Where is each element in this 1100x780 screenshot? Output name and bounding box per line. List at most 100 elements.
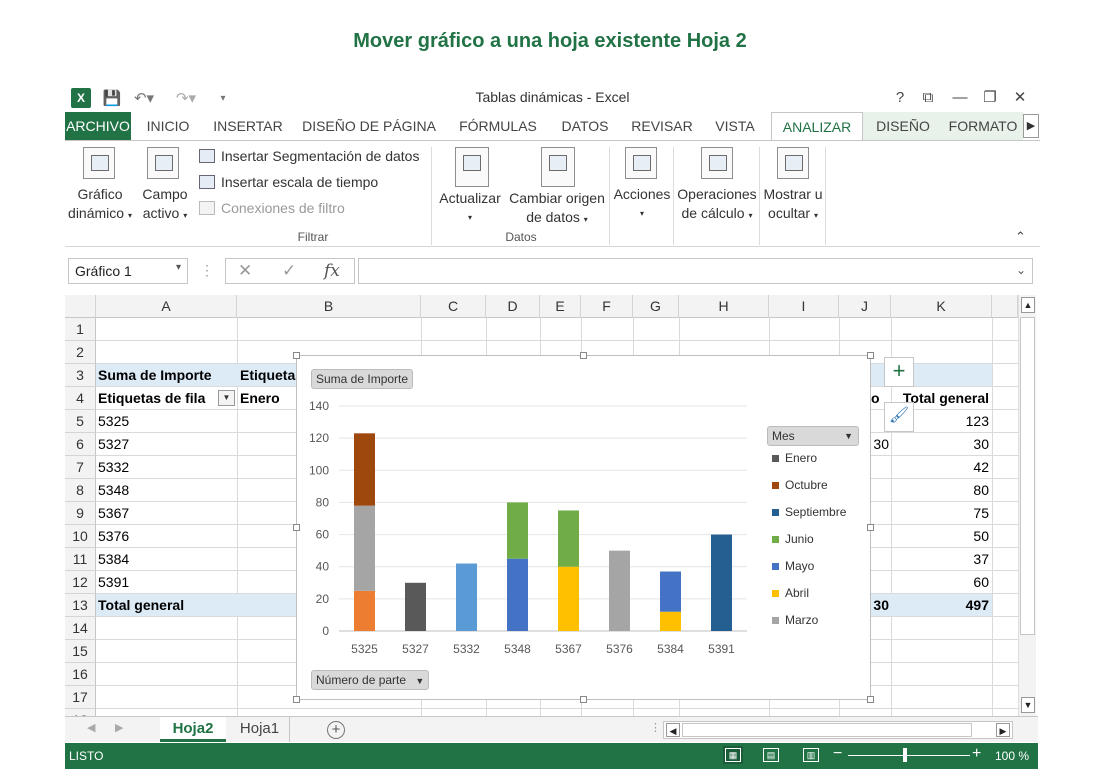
resize-handle[interactable] (293, 352, 300, 359)
cell-k10[interactable]: 50 (893, 525, 989, 548)
minimize-button[interactable]: — (947, 86, 973, 110)
active-field-button[interactable]: Campo activo ▾ (137, 185, 193, 225)
row-labels-filter-icon[interactable]: ▼ (218, 390, 235, 406)
collapse-ribbon-icon[interactable]: ⌃ (1015, 229, 1026, 245)
actions-button[interactable]: Acciones ▾ (611, 185, 673, 223)
bar-segment-5391[interactable] (711, 534, 732, 631)
col-header-i[interactable]: I (769, 295, 839, 318)
bar-segment-5327[interactable] (405, 582, 426, 631)
cell-k7[interactable]: 42 (893, 456, 989, 479)
bar-segment-5325[interactable] (354, 590, 375, 631)
cell-k8[interactable]: 80 (893, 479, 989, 502)
tab-diseno[interactable]: DISEÑO (863, 112, 943, 140)
cell-k6[interactable]: 30 (893, 433, 989, 456)
insert-function-icon[interactable]: fx (324, 261, 340, 281)
legend-field-button[interactable]: Mes ▼ (767, 426, 859, 446)
cell-a11[interactable]: 5384 (98, 548, 236, 571)
formula-input[interactable]: ⌄ (358, 258, 1033, 284)
row-header-17[interactable]: 17 (65, 686, 96, 709)
cell-k11[interactable]: 37 (893, 548, 989, 571)
vertical-scrollbar[interactable]: ▲ ▼ (1018, 295, 1036, 716)
resize-handle[interactable] (293, 696, 300, 703)
cell-a3[interactable]: Suma de Importe (98, 364, 236, 387)
resize-handle[interactable] (867, 524, 874, 531)
chevron-down-icon[interactable]: ▾ (176, 262, 181, 273)
col-header-a[interactable]: A (96, 295, 237, 318)
bar-segment-5325[interactable] (354, 433, 375, 506)
cell-a10[interactable]: 5376 (98, 525, 236, 548)
page-layout-view-icon[interactable]: ▤ (763, 748, 779, 762)
row-header-18[interactable]: 18 (65, 709, 96, 716)
row-header-8[interactable]: 8 (65, 479, 96, 502)
tab-archivo[interactable]: ARCHIVO (65, 112, 131, 140)
col-header-l[interactable] (992, 295, 1018, 318)
restore-button[interactable]: ❐ (977, 86, 1003, 110)
cell-a13[interactable]: Total general (98, 594, 236, 617)
sheet-next-icon[interactable]: ▶ (115, 721, 123, 734)
bar-segment-5384[interactable] (660, 571, 681, 612)
insert-timeline-button[interactable]: Insertar escala de tiempo (199, 174, 378, 190)
tab-diseno-pagina[interactable]: DISEÑO DE PÁGINA (299, 112, 439, 140)
col-header-j[interactable]: J (839, 295, 891, 318)
bar-segment-5384[interactable] (660, 611, 681, 631)
select-all-corner[interactable] (65, 295, 96, 318)
change-data-source-button[interactable]: Cambiar origen de datos ▾ (505, 189, 609, 229)
cell-a6[interactable]: 5327 (98, 433, 236, 456)
cell-a12[interactable]: 5391 (98, 571, 236, 594)
scroll-left-icon[interactable]: ◀ (666, 723, 680, 737)
col-header-d[interactable]: D (486, 295, 540, 318)
cell-k9[interactable]: 75 (893, 502, 989, 525)
resize-handle[interactable] (867, 352, 874, 359)
resize-handle[interactable] (580, 352, 587, 359)
bar-segment-5367[interactable] (558, 510, 579, 567)
page-break-view-icon[interactable]: ▥ (803, 748, 819, 762)
filter-connections-button[interactable]: Conexiones de filtro (199, 200, 345, 216)
col-header-c[interactable]: C (421, 295, 486, 318)
zoom-level[interactable]: 100 % (995, 749, 1029, 763)
bar-segment-5348[interactable] (507, 502, 528, 559)
scroll-up-icon[interactable]: ▲ (1021, 297, 1035, 313)
tab-revisar[interactable]: REVISAR (627, 112, 697, 140)
zoom-slider-thumb[interactable] (903, 748, 907, 762)
name-box[interactable]: Gráfico 1 ▾ (68, 258, 188, 284)
tab-analizar[interactable]: ANALIZAR (771, 112, 863, 140)
close-button[interactable]: ✕ (1007, 86, 1033, 110)
insert-slicer-button[interactable]: Insertar Segmentación de datos (199, 148, 419, 164)
scroll-down-icon[interactable]: ▼ (1021, 697, 1035, 713)
cell-a7[interactable]: 5332 (98, 456, 236, 479)
cancel-icon[interactable]: ✕ (238, 261, 252, 281)
sheet-tab-hoja2[interactable]: Hoja2 (160, 717, 226, 742)
zoom-out-icon[interactable]: − (833, 745, 842, 763)
enter-icon[interactable]: ✓ (282, 261, 296, 281)
refresh-button[interactable]: Actualizar ▾ (435, 189, 505, 227)
sheet-tab-hoja1[interactable]: Hoja1 (230, 717, 290, 742)
row-header-9[interactable]: 9 (65, 502, 96, 525)
cell-a9[interactable]: 5367 (98, 502, 236, 525)
row-header-10[interactable]: 10 (65, 525, 96, 548)
col-header-e[interactable]: E (540, 295, 581, 318)
row-header-2[interactable]: 2 (65, 341, 96, 364)
row-header-11[interactable]: 11 (65, 548, 96, 571)
show-hide-button[interactable]: Mostrar u ocultar ▾ (761, 185, 825, 225)
cell-k12[interactable]: 60 (893, 571, 989, 594)
row-header-3[interactable]: 3 (65, 364, 96, 387)
tab-inicio[interactable]: INICIO (137, 112, 199, 140)
zoom-in-icon[interactable]: + (972, 745, 981, 763)
tab-formulas[interactable]: FÓRMULAS (453, 112, 543, 140)
vertical-scroll-thumb[interactable] (1020, 317, 1035, 635)
col-header-k[interactable]: K (891, 295, 992, 318)
horizontal-scroll-thumb[interactable] (682, 723, 972, 737)
pivot-chart[interactable]: Suma de Importe Número de parte ▼ Mes ▼ … (293, 352, 874, 703)
bar-segment-5325[interactable] (354, 505, 375, 591)
bar-segment-5367[interactable] (558, 566, 579, 631)
bar-segment-5332[interactable] (456, 563, 477, 632)
row-header-5[interactable]: 5 (65, 410, 96, 433)
pivot-chart-button[interactable]: Gráfico dinámico ▾ (65, 185, 135, 225)
row-header-15[interactable]: 15 (65, 640, 96, 663)
row-header-1[interactable]: 1 (65, 318, 96, 341)
row-header-6[interactable]: 6 (65, 433, 96, 456)
help-button[interactable]: ? (887, 86, 913, 110)
cell-a4[interactable]: Etiquetas de fila (98, 387, 216, 410)
add-sheet-icon[interactable]: + (327, 721, 345, 739)
scroll-right-icon[interactable]: ▶ (996, 723, 1010, 737)
